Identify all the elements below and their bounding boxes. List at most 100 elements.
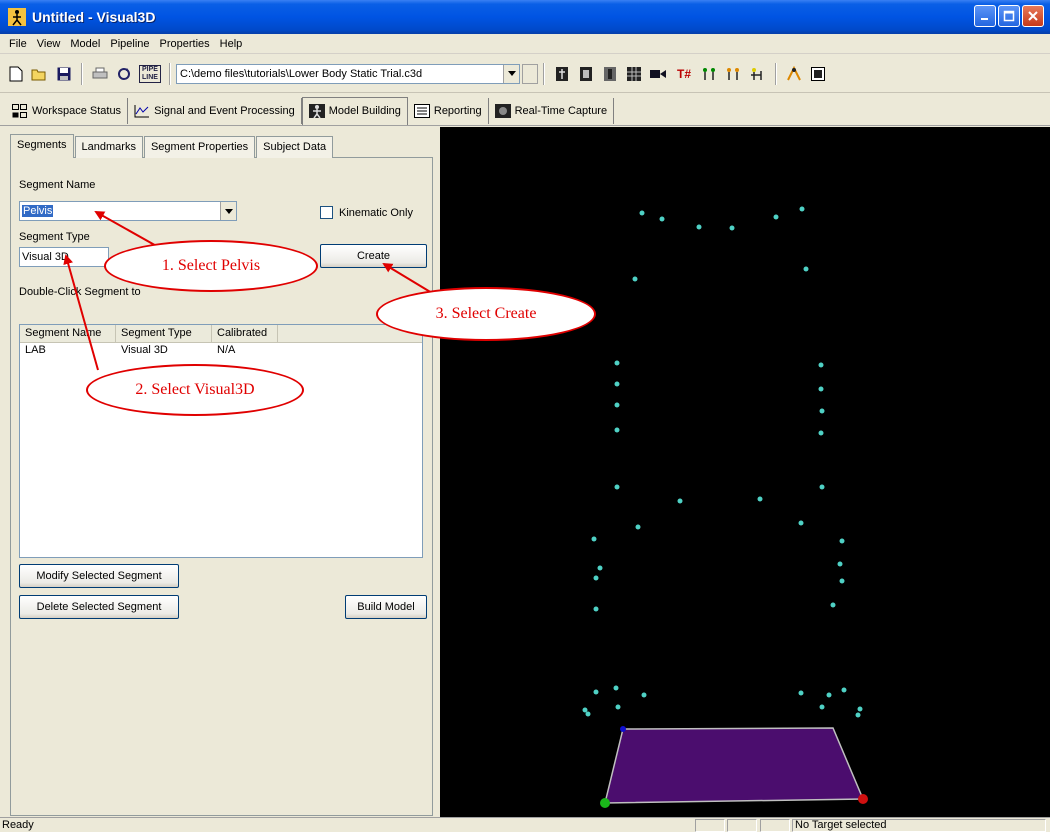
chevron-down-icon <box>224 208 233 214</box>
menu-pipeline[interactable]: Pipeline <box>105 38 154 50</box>
menu-help[interactable]: Help <box>215 38 248 50</box>
tab-label: Model Building <box>328 105 401 117</box>
column-segment-type[interactable]: Segment Type <box>116 325 212 342</box>
model-tool-3[interactable] <box>601 65 619 83</box>
toolbar-separator <box>543 62 545 85</box>
create-button[interactable]: Create <box>320 244 427 268</box>
toolbar-separator <box>775 62 777 85</box>
grid-icon <box>627 66 641 81</box>
file-selector-arrow[interactable] <box>503 64 519 83</box>
tab-landmarks[interactable]: Landmarks <box>74 136 143 158</box>
maximize-icon <box>1003 10 1015 22</box>
build-tool[interactable] <box>785 65 803 83</box>
tab-model-building[interactable]: Model Building <box>301 96 408 125</box>
cell-segment-type: Visual 3D <box>121 344 168 356</box>
column-calibrated[interactable]: Calibrated <box>212 325 278 342</box>
refresh-icon <box>118 67 130 80</box>
report-icon <box>413 103 430 118</box>
force-plate <box>604 727 865 804</box>
model-tool-2[interactable] <box>577 65 595 83</box>
capture-icon <box>494 103 511 118</box>
target-number-button[interactable]: T# <box>673 65 695 83</box>
chevron-down-icon <box>507 71 516 76</box>
tab-segment-properties[interactable]: Segment Properties <box>143 136 256 158</box>
status-target: No Target selected <box>795 819 887 831</box>
menu-view[interactable]: View <box>32 38 66 50</box>
build-model-button[interactable]: Build Model <box>345 595 427 619</box>
model-tool-4[interactable] <box>625 65 643 83</box>
viewport-scene <box>582 206 868 808</box>
figure-icon <box>580 66 592 81</box>
cell-segment-name: LAB <box>25 344 46 356</box>
annotation-step-3: 3. Select Create <box>376 287 596 341</box>
segment-type-value: Visual 3D <box>22 251 69 263</box>
new-file-button[interactable] <box>7 65 25 83</box>
checkbox-box[interactable] <box>320 206 333 219</box>
print-button[interactable] <box>91 65 109 83</box>
tab-subject-data[interactable]: Subject Data <box>256 136 334 158</box>
print-icon <box>92 67 108 78</box>
3d-viewport[interactable] <box>440 127 1050 817</box>
tab-reporting[interactable]: Reporting <box>408 97 489 124</box>
marker-tool-1[interactable] <box>701 65 719 83</box>
minimize-button[interactable] <box>974 5 996 27</box>
double-click-label: Double-Click Segment to <box>19 286 141 298</box>
markers-icon <box>751 67 762 80</box>
column-segment-name[interactable]: Segment Name <box>20 325 116 342</box>
segment-name-arrow[interactable] <box>220 202 236 220</box>
open-file-button[interactable] <box>31 65 49 83</box>
menu-properties[interactable]: Properties <box>155 38 215 50</box>
marker-tool-3[interactable] <box>749 65 767 83</box>
menu-model[interactable]: Model <box>65 38 105 50</box>
model-tool-1[interactable] <box>553 65 571 83</box>
segment-type-field[interactable]: Visual 3D <box>19 247 109 267</box>
tab-label: Signal and Event Processing <box>154 104 295 117</box>
figure-build-icon <box>787 65 801 80</box>
toolbar-separator <box>81 62 83 85</box>
kinematic-only-label: Kinematic Only <box>339 206 413 219</box>
segment-name-label: Segment Name <box>19 179 96 191</box>
toolbar: PIPE LINE C:\demo files\tutorials\Lower … <box>0 55 1050 93</box>
modify-segment-button[interactable]: Modify Selected Segment <box>19 564 179 588</box>
tab-workspace-status[interactable]: Workspace Status <box>6 97 129 124</box>
minimize-icon <box>981 18 988 20</box>
delete-segment-button[interactable]: Delete Selected Segment <box>19 595 179 619</box>
status-pane <box>760 819 790 832</box>
menu-bar: File View Model Pipeline Properties Help <box>0 34 1050 54</box>
save-icon <box>57 67 71 80</box>
annotation-step-2: 2. Select Visual3D <box>86 364 304 416</box>
save-button[interactable] <box>55 65 73 83</box>
workspace-icon <box>12 103 27 118</box>
file-path: C:\demo files\tutorials\Lower Body Stati… <box>180 67 423 80</box>
segments-panel: Segments Landmarks Segment Properties Su… <box>10 134 433 816</box>
new-file-icon <box>9 66 23 81</box>
camera-button[interactable] <box>649 65 667 83</box>
status-pane <box>727 819 757 832</box>
table-row[interactable]: LAB Visual 3D N/A <box>20 343 422 359</box>
file-spinner[interactable] <box>522 63 538 84</box>
video-camera-icon <box>650 69 666 78</box>
report-icon <box>811 66 825 81</box>
annotation-step-1: 1. Select Pelvis <box>104 240 318 292</box>
file-selector[interactable]: C:\demo files\tutorials\Lower Body Stati… <box>176 63 520 84</box>
annotation-step-2-text: 2. Select Visual3D <box>135 381 255 398</box>
segments-list-header: Segment Name Segment Type Calibrated <box>20 325 422 343</box>
tab-label: Reporting <box>433 104 482 117</box>
target-number-icon: T# <box>676 66 691 81</box>
tab-segments[interactable]: Segments <box>10 134 74 158</box>
module-tabs: Workspace Status Signal and Event Proces… <box>0 96 1050 126</box>
tab-real-time-capture[interactable]: Real-Time Capture <box>489 97 615 124</box>
menu-file[interactable]: File <box>4 38 32 50</box>
segments-list[interactable]: Segment Name Segment Type Calibrated LAB… <box>19 324 423 558</box>
status-ready: Ready <box>2 819 34 831</box>
maximize-button[interactable] <box>998 5 1020 27</box>
pipeline-button[interactable]: PIPE LINE <box>139 64 161 83</box>
tab-signal-event-processing[interactable]: Signal and Event Processing <box>128 97 302 124</box>
marker-tool-2[interactable] <box>725 65 743 83</box>
refresh-button[interactable] <box>115 65 133 83</box>
segment-name-combo[interactable]: Pelvis <box>19 201 237 221</box>
close-button[interactable] <box>1022 5 1044 27</box>
close-icon <box>1028 11 1038 21</box>
kinematic-only-checkbox[interactable]: Kinematic Only <box>320 206 413 219</box>
report-tool[interactable] <box>809 65 827 83</box>
